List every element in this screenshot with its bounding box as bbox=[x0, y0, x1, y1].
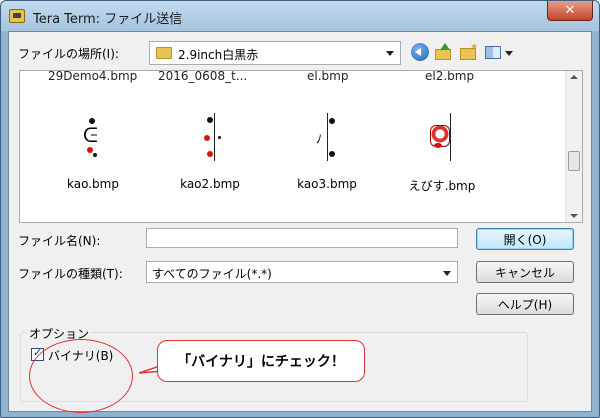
file-name: kao2.bmp bbox=[180, 177, 240, 191]
annotation-ellipse bbox=[29, 339, 133, 413]
annotation-callout: 「バイナリ」にチェック！ bbox=[157, 340, 365, 382]
bmp-thumbnail-icon: ﾉ bbox=[307, 113, 347, 165]
file-name-cut[interactable]: 2016_0608_t... bbox=[158, 71, 247, 83]
location-value: 2.9inch白黒赤 bbox=[178, 48, 259, 62]
filetype-label: ファイルの種類(T): bbox=[18, 267, 123, 281]
filetype-value: すべてのファイル(*.*) bbox=[152, 267, 272, 281]
window-title: Tera Term: ファイル送信 bbox=[33, 12, 183, 27]
file-name: kao.bmp bbox=[67, 177, 119, 191]
scroll-thumb[interactable] bbox=[568, 151, 580, 171]
chevron-down-icon bbox=[386, 51, 394, 56]
filename-label: ファイル名(N): bbox=[18, 234, 101, 248]
file-item[interactable]: ﾉ kao3.bmp bbox=[277, 113, 377, 203]
title-bar[interactable]: Tera Term: ファイル送信 ✕ bbox=[1, 1, 599, 31]
file-item[interactable]: ᕮ kao.bmp bbox=[43, 113, 143, 203]
file-send-dialog: Tera Term: ファイル送信 ✕ ファイルの場所(I): 2.9inch白… bbox=[0, 0, 600, 418]
file-item[interactable]: えびす.bmp bbox=[392, 113, 492, 203]
file-name: kao3.bmp bbox=[297, 177, 357, 191]
back-icon[interactable] bbox=[411, 43, 429, 61]
teraterm-app-icon bbox=[9, 9, 25, 23]
new-folder-icon[interactable]: ✶ bbox=[459, 43, 478, 61]
scroll-up-icon[interactable] bbox=[570, 75, 578, 79]
chevron-down-icon bbox=[443, 271, 451, 276]
dialog-body: ファイルの場所(I): 2.9inch白黒赤 ✶ 29Demo4.bmp 201… bbox=[8, 31, 592, 413]
filename-input[interactable] bbox=[146, 228, 458, 248]
file-list[interactable]: 29Demo4.bmp 2016_0608_t... el.bmp el2.bm… bbox=[19, 70, 583, 223]
file-item[interactable]: kao2.bmp bbox=[160, 113, 260, 203]
location-label: ファイルの場所(I): bbox=[18, 47, 119, 61]
file-name: えびす.bmp bbox=[408, 179, 476, 193]
file-name-cut[interactable]: 29Demo4.bmp bbox=[48, 71, 137, 83]
view-menu-icon[interactable] bbox=[485, 43, 515, 61]
vertical-scrollbar[interactable] bbox=[565, 71, 582, 222]
open-button[interactable]: 開く(O) bbox=[476, 228, 574, 250]
filetype-combo[interactable]: すべてのファイル(*.*) bbox=[146, 261, 458, 283]
up-folder-icon[interactable] bbox=[434, 43, 452, 61]
help-button[interactable]: ヘルプ(H) bbox=[476, 293, 574, 315]
bmp-thumbnail-icon: ᕮ bbox=[73, 113, 113, 165]
folder-icon bbox=[156, 47, 172, 59]
file-name-cut[interactable]: el2.bmp bbox=[425, 71, 474, 83]
location-combo[interactable]: 2.9inch白黒赤 bbox=[149, 41, 401, 65]
bmp-thumbnail-icon bbox=[190, 113, 230, 165]
bmp-thumbnail-icon bbox=[422, 113, 462, 165]
file-name-cut[interactable]: el.bmp bbox=[307, 71, 348, 83]
scroll-down-icon[interactable] bbox=[570, 214, 578, 218]
cancel-button[interactable]: キャンセル bbox=[476, 261, 574, 283]
close-button[interactable]: ✕ bbox=[547, 1, 593, 21]
